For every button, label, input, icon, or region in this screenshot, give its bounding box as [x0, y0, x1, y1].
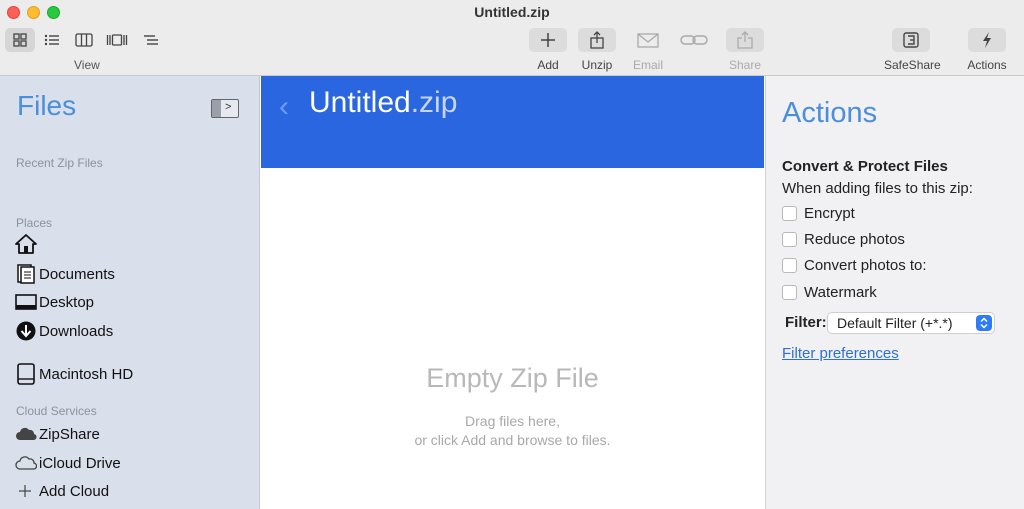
archive-title: Untitled.zip: [309, 86, 457, 120]
archive-extension: .zip: [410, 86, 458, 119]
sidebar-item-add-cloud[interactable]: Add Cloud: [15, 480, 109, 502]
filter-label: Filter:: [785, 314, 827, 331]
columns-view-icon: [75, 33, 93, 47]
recent-zip-files-label: Recent Zip Files: [16, 156, 103, 170]
sidebar-item-home[interactable]: [15, 233, 39, 255]
cloud-services-label: Cloud Services: [16, 404, 97, 418]
share-button[interactable]: Share: [718, 28, 772, 72]
sidebar-item-zipshare[interactable]: ZipShare: [15, 423, 100, 445]
sidebar-item-label: ZipShare: [39, 425, 100, 443]
empty-state-title: Empty Zip File: [426, 363, 599, 393]
actions-label: Actions: [967, 58, 1007, 72]
window-title: Untitled.zip: [474, 4, 550, 20]
outline-view-button[interactable]: [136, 28, 166, 52]
encrypt-checkbox[interactable]: [782, 206, 797, 221]
filter-value: Default Filter (+*.*): [837, 315, 953, 331]
filter-preferences-link[interactable]: Filter preferences: [782, 345, 899, 362]
documents-icon: [17, 264, 35, 284]
safeshare-button[interactable]: SafeShare: [884, 28, 941, 72]
sidebar-item-label: Desktop: [39, 293, 95, 311]
convert-protect-heading: Convert & Protect Files: [782, 158, 948, 175]
safeshare-icon: [903, 32, 919, 48]
envelope-icon: [637, 33, 659, 48]
unzip-icon: [590, 31, 604, 49]
convert-photos-label: Convert photos to:: [804, 257, 927, 274]
chevron-right-icon: >: [225, 101, 232, 113]
plus-icon: [19, 485, 31, 497]
zipshare-cloud-icon: [16, 427, 37, 441]
toolbar: Untitled.zip View Add Unzip Email Share …: [0, 0, 1024, 76]
link-button[interactable]: [667, 28, 721, 58]
downloads-icon: [16, 321, 36, 341]
places-label: Places: [16, 216, 53, 230]
sidebar-item-label: Macintosh HD: [39, 365, 134, 383]
icloud-icon: [15, 456, 37, 470]
add-label: Add: [537, 58, 559, 72]
watermark-label: Watermark: [804, 284, 877, 301]
sidebar-title: Files: [17, 90, 77, 121]
convert-photos-checkbox[interactable]: [782, 258, 797, 273]
encrypt-label: Encrypt: [804, 205, 855, 222]
link-icon: [680, 35, 708, 45]
sidebar-item-downloads[interactable]: Downloads: [15, 320, 113, 342]
unzip-button[interactable]: Unzip: [570, 28, 624, 72]
filter-select[interactable]: Default Filter (+*.*): [827, 312, 995, 334]
sidebar-item-desktop[interactable]: Desktop: [15, 291, 94, 313]
hard-drive-icon: [17, 363, 35, 385]
sidebar-item-label: Add Cloud: [39, 482, 110, 500]
desktop-icon: [15, 294, 37, 310]
convert-protect-subheading: When adding files to this zip:: [782, 180, 973, 197]
sidebar-item-label: Documents: [39, 265, 115, 283]
add-button[interactable]: Add: [521, 28, 575, 72]
list-view-icon: [44, 34, 59, 46]
grid-view-button[interactable]: [5, 28, 35, 52]
empty-state-line-1: Drag files here,: [465, 413, 560, 429]
unzip-label: Unzip: [581, 58, 613, 72]
gallery-view-icon: [106, 34, 128, 46]
watermark-checkbox[interactable]: [782, 285, 797, 300]
sidebar-item-macintosh-hd[interactable]: Macintosh HD: [15, 363, 133, 385]
actions-title: Actions: [782, 97, 878, 129]
actions-panel: Actions Convert & Protect Files When add…: [765, 76, 1024, 509]
columns-view-button[interactable]: [69, 28, 99, 52]
sidebar-item-documents[interactable]: Documents: [15, 263, 115, 285]
archive-name: Untitled: [309, 86, 411, 119]
grid-view-icon: [13, 33, 27, 47]
email-label: Email: [632, 58, 663, 72]
convert-photos-option[interactable]: Convert photos to:: [782, 257, 927, 274]
lightning-icon: [983, 32, 991, 48]
sidebar-toggle-button[interactable]: >: [211, 99, 239, 118]
watermark-option[interactable]: Watermark: [782, 284, 877, 301]
list-view-button[interactable]: [37, 28, 67, 52]
plus-icon: [541, 33, 555, 47]
safeshare-label: SafeShare: [884, 58, 941, 72]
back-chevron-icon[interactable]: ‹: [279, 90, 289, 124]
actions-button[interactable]: Actions: [960, 28, 1014, 72]
archive-banner: ‹ Untitled.zip: [261, 76, 764, 168]
sidebar-item-label: iCloud Drive: [39, 454, 121, 472]
encrypt-option[interactable]: Encrypt: [782, 205, 855, 222]
main-content: ‹ Untitled.zip Empty Zip File Drag files…: [261, 76, 764, 509]
share-icon: [737, 31, 753, 49]
empty-state-line-2: or click Add and browse to files.: [414, 432, 611, 448]
reduce-photos-checkbox[interactable]: [782, 232, 797, 247]
home-icon: [15, 234, 37, 254]
reduce-photos-label: Reduce photos: [804, 231, 905, 248]
share-label: Share: [728, 58, 762, 72]
view-label: View: [74, 58, 100, 72]
sidebar-item-icloud-drive[interactable]: iCloud Drive: [15, 452, 121, 474]
sidebar: Files > Recent Zip Files Places Document…: [0, 76, 260, 509]
reduce-photos-option[interactable]: Reduce photos: [782, 231, 905, 248]
select-chevron-icon: [976, 315, 992, 331]
outline-view-icon: [144, 35, 158, 45]
sidebar-item-label: Downloads: [39, 322, 114, 340]
gallery-view-button[interactable]: [102, 28, 132, 52]
